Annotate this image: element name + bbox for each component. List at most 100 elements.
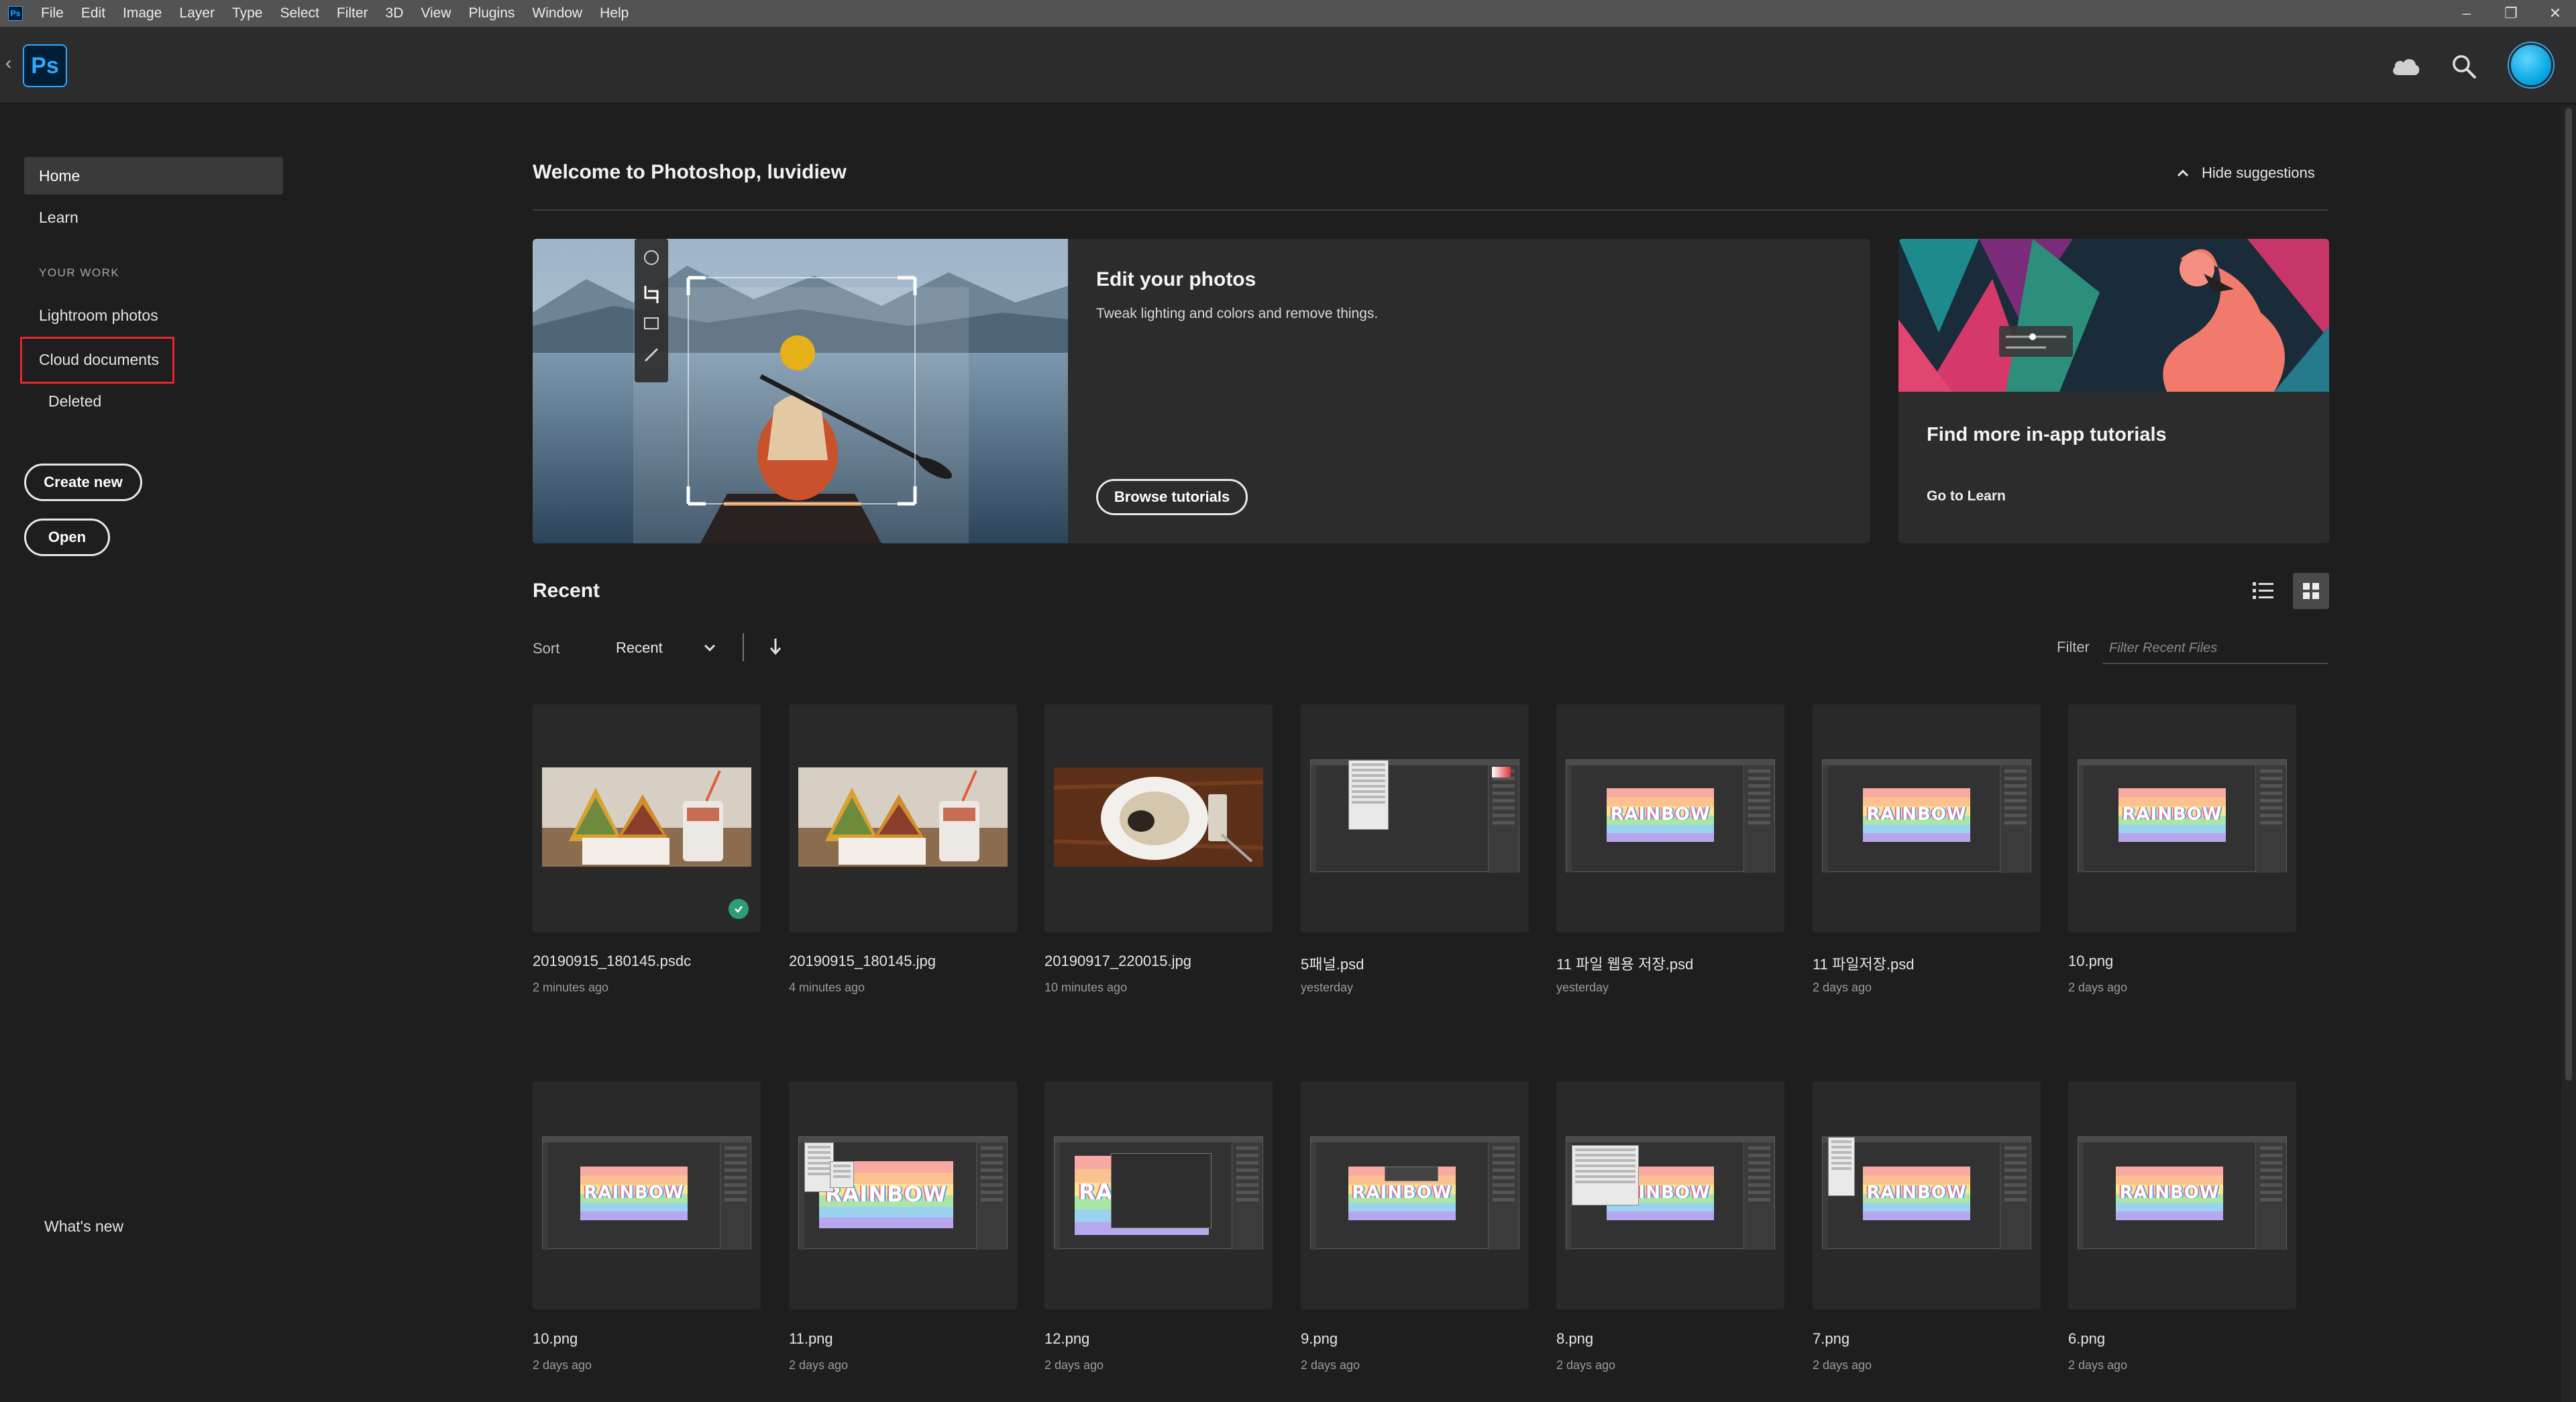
cloud-icon[interactable] [2390, 56, 2421, 76]
chevron-up-icon [2177, 169, 2189, 177]
file-tile[interactable]: RAINBOW [1813, 704, 2041, 932]
file-time: 2 days ago [789, 1358, 849, 1372]
file-name[interactable]: 11.png [789, 1330, 1030, 1348]
file-time: 2 days ago [1301, 1358, 1360, 1372]
minimize-icon[interactable]: – [2458, 5, 2475, 22]
file-thumbnail: RAINBOW [798, 1136, 1008, 1250]
scrollbar-thumb[interactable] [2565, 108, 2572, 1081]
file-tile[interactable]: RAINBOW [1301, 1081, 1529, 1309]
sort-direction-icon[interactable] [767, 635, 784, 659]
edit-photos-card[interactable]: Edit your photos Tweak lighting and colo… [533, 239, 1870, 543]
rainbow-thumb-text: RAINBOW [2119, 1183, 2220, 1203]
menu-plugins[interactable]: Plugins [460, 5, 524, 21]
sidebar-item-home[interactable]: Home [24, 157, 283, 195]
file-name[interactable]: 9.png [1301, 1330, 1542, 1348]
file-tile[interactable] [1301, 704, 1529, 932]
file-name[interactable]: 5패널.psd [1301, 953, 1542, 974]
file-name[interactable]: 10.png [533, 1330, 774, 1348]
file-name[interactable]: 11 파일 웹용 저장.psd [1556, 953, 1798, 974]
menu-file[interactable]: File [32, 5, 72, 21]
restore-icon[interactable]: ❐ [2502, 5, 2520, 22]
close-icon[interactable]: ✕ [2546, 5, 2564, 22]
file-thumbnail: RAINBOW [1822, 1136, 2031, 1250]
go-to-learn-link[interactable]: Go to Learn [1927, 488, 2006, 504]
menu-image[interactable]: Image [114, 5, 170, 21]
scrollbar[interactable] [2561, 105, 2576, 1402]
highlight-box [20, 337, 174, 384]
file-tile[interactable]: RAINBOW [533, 1081, 761, 1309]
file-time: 4 minutes ago [789, 981, 865, 994]
file-tile[interactable]: RAINBOW [789, 1081, 1017, 1309]
menu-view[interactable]: View [412, 5, 460, 21]
file-tile[interactable]: RAINBOW [1556, 1081, 1784, 1309]
file-name[interactable]: 20190915_180145.jpg [789, 953, 1030, 970]
sidebar-item-deleted[interactable]: Deleted [34, 382, 292, 420]
menu-window[interactable]: Window [523, 5, 591, 21]
divider [743, 633, 744, 661]
file-name[interactable]: 12.png [1044, 1330, 1286, 1348]
rainbow-thumb-text: RAINBOW [1866, 804, 1967, 824]
menu-type[interactable]: Type [223, 5, 272, 21]
file-thumbnail: RAINBOW [1822, 759, 2031, 873]
hide-suggestions-button[interactable]: Hide suggestions [2176, 164, 2315, 182]
sort-label: Sort [533, 640, 560, 657]
rainbow-thumb-text: RAINBOW [584, 1183, 684, 1203]
file-time: 2 days ago [1556, 1358, 1616, 1372]
file-tile[interactable]: RAINBOW [1044, 1081, 1273, 1309]
grid-view-icon [2303, 583, 2319, 599]
whats-new-link[interactable]: What's new [44, 1218, 123, 1236]
filter-label: Filter [2057, 639, 2090, 655]
file-tile[interactable]: RAINBOW [1556, 704, 1784, 932]
menu-edit[interactable]: Edit [72, 5, 114, 21]
synced-check-icon [729, 899, 749, 919]
list-view-icon[interactable] [2250, 577, 2277, 604]
grid-view-button[interactable] [2293, 573, 2329, 609]
menu-3d[interactable]: 3D [377, 5, 413, 21]
create-new-button[interactable]: Create new [24, 464, 142, 501]
file-time: 2 days ago [2068, 981, 2128, 994]
file-tile[interactable]: RAINBOW [2068, 704, 2296, 932]
file-time: yesterday [1301, 981, 1354, 994]
file-thumbnail [1310, 759, 1519, 873]
browse-tutorials-button[interactable]: Browse tutorials [1096, 479, 1248, 515]
avatar[interactable] [2509, 43, 2553, 87]
sort-dropdown[interactable]: Recent [616, 637, 716, 659]
open-button[interactable]: Open [24, 519, 110, 556]
filter-recent-files-input[interactable] [2102, 633, 2328, 664]
menu-help[interactable]: Help [591, 5, 637, 21]
file-time: 10 minutes ago [1044, 981, 1128, 994]
file-tile[interactable] [789, 704, 1017, 932]
file-tile[interactable]: RAINBOW [2068, 1081, 2296, 1309]
file-thumbnail: RAINBOW [1566, 759, 1775, 873]
file-tile[interactable] [533, 704, 761, 932]
search-icon[interactable] [2451, 54, 2477, 79]
file-thumbnail: RAINBOW [2078, 759, 2287, 873]
file-name[interactable]: 10.png [2068, 953, 2310, 970]
file-tile[interactable] [1044, 704, 1273, 932]
file-name[interactable]: 6.png [2068, 1330, 2310, 1348]
file-thumbnail: RAINBOW [1310, 1136, 1519, 1250]
file-thumbnail: RAINBOW [2078, 1136, 2287, 1250]
sidebar-item-lightroom-photos[interactable]: Lightroom photos [24, 296, 283, 334]
rainbow-thumb-text: RAINBOW [1352, 1183, 1452, 1203]
file-thumbnail: RAINBOW [1566, 1136, 1775, 1250]
learn-card[interactable]: Find more in-app tutorials Go to Learn [1898, 239, 2329, 543]
file-tile[interactable]: RAINBOW [1813, 1081, 2041, 1309]
menu-select[interactable]: Select [271, 5, 327, 21]
file-time: 2 days ago [1813, 1358, 1872, 1372]
file-name[interactable]: 7.png [1813, 1330, 2054, 1348]
file-name[interactable]: 20190915_180145.psdc [533, 953, 774, 970]
learn-card-image [1898, 239, 2329, 392]
file-name[interactable]: 8.png [1556, 1330, 1798, 1348]
file-name[interactable]: 20190917_220015.jpg [1044, 953, 1286, 970]
menu-layer[interactable]: Layer [170, 5, 223, 21]
file-time: 2 days ago [1813, 981, 1872, 994]
rainbow-thumb-text: RAINBOW [1610, 804, 1711, 824]
menu-filter[interactable]: Filter [328, 5, 377, 21]
file-name[interactable]: 11 파일저장.psd [1813, 953, 2054, 974]
recent-title: Recent [533, 580, 600, 602]
back-icon[interactable]: ‹ [5, 52, 11, 74]
file-time: 2 days ago [533, 1358, 592, 1372]
sidebar-item-learn[interactable]: Learn [24, 199, 283, 236]
section-label-your-work: YOUR WORK [39, 266, 120, 279]
